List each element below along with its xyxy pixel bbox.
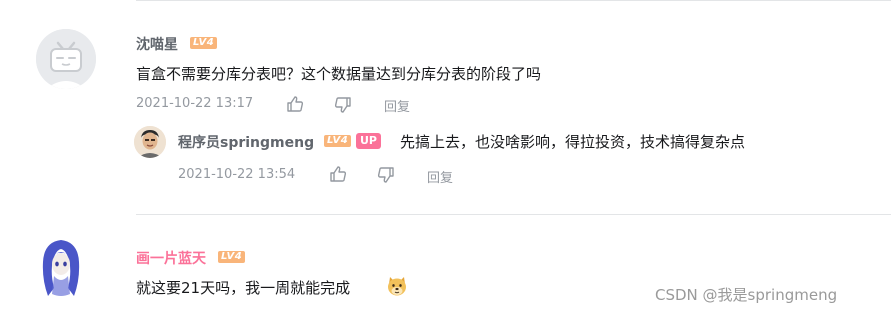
comment-text: 就这要21天吗，我一周就能完成 [136, 279, 351, 297]
tv-avatar-icon [36, 29, 96, 89]
reply-level-badge: LV4 [324, 135, 352, 147]
comment-time: 2021-10-22 13:17 [136, 96, 254, 111]
comment-divider [136, 214, 891, 215]
reply-button[interactable]: 回复 [384, 96, 410, 115]
reply-time: 2021-10-22 13:54 [178, 167, 296, 182]
like-icon[interactable] [329, 165, 347, 183]
comment-text: 盲盒不需要分库分表吧？这个数据量达到分库分表的阶段了吗 [136, 65, 542, 83]
up-badge: UP [356, 133, 381, 149]
watermark: CSDN @我是springmeng [655, 286, 838, 304]
comment-username[interactable]: 画一片蓝天 [136, 248, 206, 268]
reply-avatar[interactable] [134, 126, 166, 158]
avatar[interactable] [36, 236, 86, 300]
anime-avatar-icon [42, 240, 80, 296]
reply-button[interactable]: 回复 [427, 167, 453, 186]
level-badge: LV4 [218, 251, 246, 263]
reply-text: 先搞上去，也没啥影响，得拉投资，技术搞得复杂点 [400, 133, 746, 151]
like-icon[interactable] [286, 95, 304, 113]
doge-emoji-icon [388, 277, 406, 296]
person-avatar-icon [134, 126, 166, 158]
reply-username[interactable]: 程序员springmeng [178, 132, 314, 152]
top-divider [136, 0, 891, 1]
dislike-icon[interactable] [377, 166, 395, 184]
avatar[interactable] [36, 29, 96, 89]
comment-username[interactable]: 沈喵星 [136, 34, 178, 54]
dislike-icon[interactable] [334, 96, 352, 114]
level-badge: LV4 [190, 37, 218, 49]
